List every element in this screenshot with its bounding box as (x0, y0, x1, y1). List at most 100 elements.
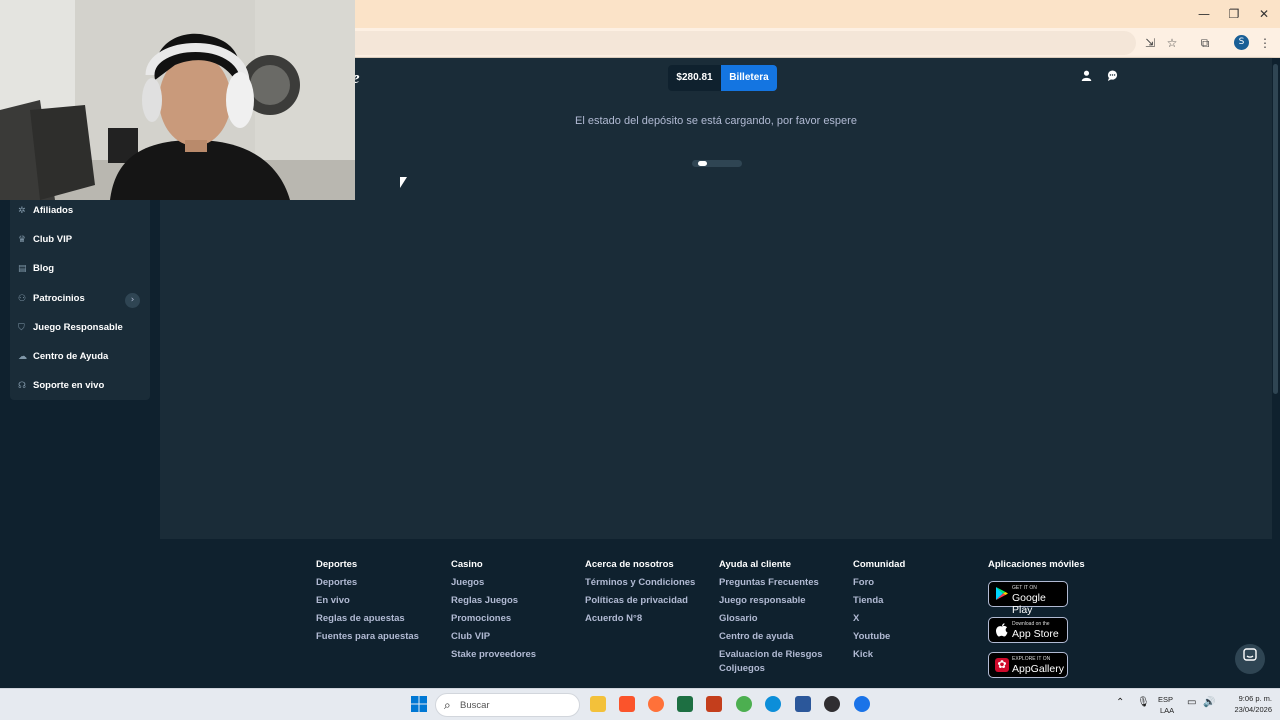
obs-icon[interactable] (824, 696, 840, 712)
footer-link[interactable]: Juego responsable (719, 595, 822, 613)
footer-link[interactable]: Fuentes para apuestas (316, 631, 419, 649)
sidebar-item-centro-de-ayuda[interactable]: ☁ Centro de Ayuda (10, 344, 150, 373)
language-variant[interactable]: LAA (1160, 706, 1174, 715)
word-icon[interactable] (795, 696, 811, 712)
trophy-icon: ♛ (18, 235, 27, 245)
apple-icon (995, 623, 1009, 637)
footer-link[interactable]: Preguntas Frecuentes (719, 577, 822, 595)
badge-caption: GET IT ON (1012, 585, 1037, 591)
sidebar-item-label: Afiliados (33, 205, 74, 216)
language-indicator[interactable]: ESP (1158, 695, 1173, 704)
badge-store-name: App Store (1012, 628, 1059, 640)
footer-link[interactable]: Stake proveedores (451, 649, 536, 667)
sidebar-item-label: Blog (33, 263, 55, 274)
bookmark-star-icon[interactable]: ☆ (1163, 34, 1181, 52)
sidebar-item-afiliados[interactable]: ✲ Afiliados (10, 198, 150, 227)
scrollbar-thumb[interactable] (1273, 64, 1278, 394)
edge-icon[interactable] (765, 696, 781, 712)
footer-link[interactable]: Reglas Juegos (451, 595, 536, 613)
footer-heading: Casino (451, 559, 483, 570)
search-icon: ⌕ (444, 698, 451, 712)
windows-taskbar: ⌕ Buscar ⌃ 🎙 ESP LAA ▭ 🔊 9:06 p. m. 23/0… (0, 688, 1280, 720)
loading-indicator-dot (698, 161, 707, 166)
sidebar-item-label: Patrocinios (33, 293, 85, 304)
footer-link[interactable]: Acuerdo N°8 (585, 613, 695, 631)
sidebar-item-label: Juego Responsable (33, 322, 123, 333)
footer-link[interactable]: Promociones (451, 613, 536, 631)
sidebar-item-label: Centro de Ayuda (33, 351, 109, 362)
footer-link[interactable]: Tienda (853, 595, 905, 613)
footer-link[interactable]: Foro (853, 577, 905, 595)
brave-icon[interactable] (619, 696, 635, 712)
microphone-icon[interactable]: 🎙 (1137, 697, 1150, 708)
sidebar-menu: ✲ Afiliados ♛ Club VIP ▤ Blog ⚇ Patrocin… (10, 198, 150, 400)
google-play-icon (995, 587, 1009, 601)
help-center-icon: ☁ (18, 352, 27, 362)
footer-column-ayuda: Ayuda al cliente Preguntas Frecuentes Ju… (719, 559, 822, 681)
footer-column-comunidad: Comunidad Foro Tienda X Youtube Kick (853, 559, 905, 667)
affiliates-icon: ✲ (18, 206, 26, 216)
chevron-right-icon[interactable]: › (125, 293, 140, 308)
clock-date[interactable]: 23/04/2026 (1222, 705, 1272, 714)
network-icon[interactable]: ▭ (1187, 697, 1196, 708)
footer-link[interactable]: Términos y Condiciones (585, 577, 695, 595)
webcam-overlay (0, 0, 355, 200)
wallet-button[interactable]: Billetera (721, 65, 777, 91)
footer-heading: Ayuda al cliente (719, 559, 791, 570)
app-gallery-badge[interactable]: ✿ EXPLORE IT ON AppGallery (988, 652, 1068, 678)
chat-icon[interactable] (1105, 70, 1119, 84)
footer-link[interactable]: Coljuegos (719, 663, 822, 681)
clock-time[interactable]: 9:06 p. m. (1228, 694, 1272, 703)
footer-column-casino: Casino Juegos Reglas Juegos Promociones … (451, 559, 536, 667)
google-play-badge[interactable]: GET IT ON Google Play (988, 581, 1068, 616)
badge-store-name: AppGallery (1012, 663, 1064, 675)
footer-link[interactable]: Políticas de privacidad (585, 595, 695, 613)
footer-link[interactable]: X (853, 613, 905, 631)
footer-link[interactable]: Kick (853, 649, 905, 667)
sidebar-item-juego-responsable[interactable]: ⛉ Juego Responsable (10, 315, 150, 344)
install-app-icon[interactable]: ⇲ (1141, 34, 1159, 52)
footer-link[interactable]: Glosario (719, 613, 822, 631)
chrome-icon[interactable] (736, 696, 752, 712)
windows-start-icon[interactable] (411, 696, 427, 712)
powerpoint-icon[interactable] (706, 696, 722, 712)
footer-link[interactable]: Youtube (853, 631, 905, 649)
excel-icon[interactable] (677, 696, 693, 712)
taskbar-search-input[interactable]: ⌕ Buscar (435, 693, 580, 717)
minimize-icon[interactable]: — (1194, 6, 1214, 22)
footer-heading: Aplicaciones móviles (988, 559, 1085, 570)
firefox-icon[interactable] (648, 696, 664, 712)
file-explorer-icon[interactable] (590, 696, 606, 712)
sidebar-item-club-vip[interactable]: ♛ Club VIP (10, 227, 150, 256)
user-icon[interactable] (1079, 70, 1093, 84)
footer-link[interactable]: Reglas de apuestas (316, 613, 419, 631)
balance-display[interactable]: $280.81 (668, 65, 721, 91)
badge-store-name: Google Play (1012, 592, 1046, 616)
chevron-up-icon[interactable]: ⌃ (1116, 697, 1124, 708)
footer-heading: Acerca de nosotros (585, 559, 674, 570)
app-store-badge[interactable]: Download on the App Store (988, 617, 1068, 643)
restore-icon[interactable]: ❐ (1224, 6, 1244, 22)
sidebar-item-soporte-en-vivo[interactable]: ☊ Soporte en vivo (10, 373, 150, 402)
mouse-cursor-icon (400, 177, 407, 188)
badge-caption: EXPLORE IT ON (1012, 656, 1051, 662)
sidebar-item-label: Soporte en vivo (33, 380, 105, 391)
footer-link[interactable]: Evaluacion de Riesgos (719, 649, 822, 663)
sidebar-item-blog[interactable]: ▤ Blog (10, 256, 150, 285)
footer-link[interactable]: Centro de ayuda (719, 631, 822, 649)
footer-link[interactable]: Juegos (451, 577, 536, 595)
shield-icon: ⛉ (18, 323, 25, 333)
close-icon[interactable]: ✕ (1254, 6, 1274, 22)
footer-link[interactable]: Club VIP (451, 631, 536, 649)
support-chat-button[interactable] (1235, 644, 1265, 674)
sidebar-item-label: Club VIP (33, 234, 73, 245)
volume-icon[interactable]: 🔊 (1203, 697, 1215, 708)
menu-icon[interactable]: ⋮ (1256, 34, 1274, 52)
footer-link[interactable]: Deportes (316, 577, 419, 595)
sidebar-item-patrocinios[interactable]: ⚇ Patrocinios › (10, 286, 150, 315)
footer-link[interactable]: En vivo (316, 595, 419, 613)
search-placeholder: Buscar (460, 700, 490, 711)
chrome-active-icon[interactable] (854, 696, 870, 712)
profile-icon[interactable]: S (1234, 35, 1249, 50)
extensions-icon[interactable]: ⧉ (1196, 34, 1214, 52)
